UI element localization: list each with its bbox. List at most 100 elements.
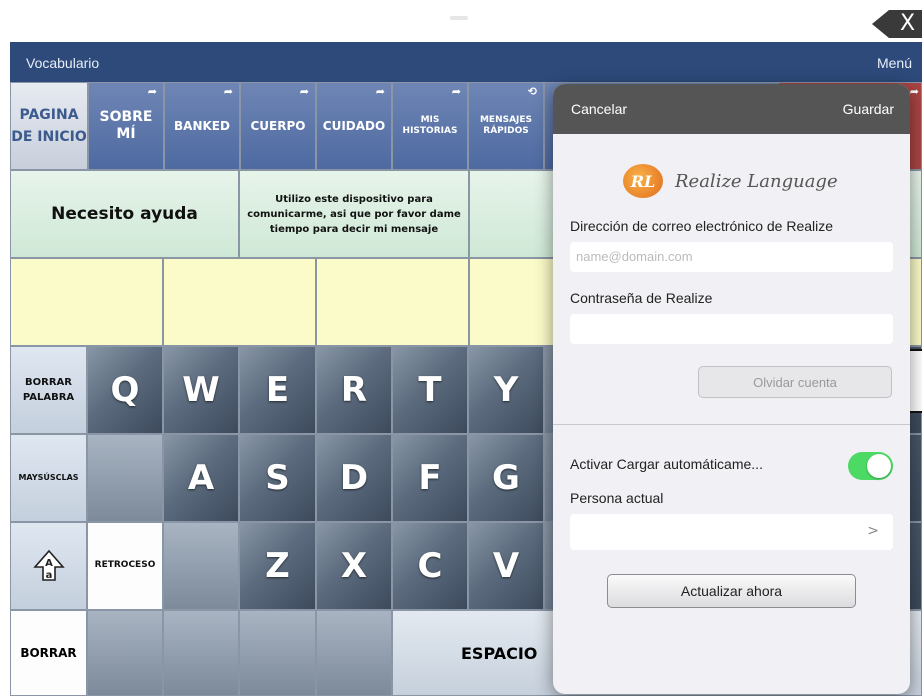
empty-cell[interactable] <box>163 258 316 346</box>
password-field[interactable] <box>570 314 893 344</box>
current-person-selector[interactable]: > <box>570 514 893 550</box>
key-w[interactable]: W <box>163 346 239 434</box>
key-z[interactable]: Z <box>239 522 316 610</box>
key-label: W <box>182 370 220 410</box>
empty-key[interactable] <box>239 610 316 696</box>
key-label: RETROCESO <box>94 560 156 571</box>
phrase-label: Necesito ayuda <box>51 204 198 224</box>
key-label: V <box>492 546 520 586</box>
toggle-knob <box>867 454 891 478</box>
key-c[interactable]: C <box>392 522 468 610</box>
tab-label: MENSAJES RÁPIDOS <box>479 115 533 136</box>
tab-banked[interactable]: ➦ BANKED <box>164 82 240 170</box>
link-arrow-icon: ➦ <box>299 85 309 98</box>
svg-text:a: a <box>45 570 52 581</box>
close-icon: X <box>900 11 916 36</box>
empty-key[interactable] <box>316 610 392 696</box>
shift-button[interactable]: MAYSÚSCLAS <box>10 434 87 522</box>
key-d[interactable]: D <box>316 434 392 522</box>
link-arrow-icon: ➦ <box>147 85 157 98</box>
key-v[interactable]: V <box>468 522 544 610</box>
forget-account-button[interactable]: Olvidar cuenta <box>698 366 892 398</box>
tab-quick-messages[interactable]: ⟲ MENSAJES RÁPIDOS <box>468 82 544 170</box>
clear-button[interactable]: BORRAR <box>10 610 87 696</box>
empty-key[interactable] <box>163 610 239 696</box>
key-label: S <box>265 458 290 498</box>
key-r[interactable]: R <box>316 346 392 434</box>
link-arrow-icon: ➦ <box>909 85 919 98</box>
key-g[interactable]: G <box>468 434 544 522</box>
key-f[interactable]: F <box>392 434 468 522</box>
phrase-device[interactable]: Utilizo este dispositivo para comunicarm… <box>239 170 469 258</box>
popover-header: Cancelar Guardar <box>553 84 910 134</box>
delete-word-button[interactable]: BORRAR PALABRA <box>10 346 87 434</box>
update-now-button[interactable]: Actualizar ahora <box>607 574 856 608</box>
tab-label: SOBRE MÍ <box>99 109 153 142</box>
tab-label: BANKED <box>174 118 230 133</box>
empty-cell[interactable] <box>10 258 163 346</box>
key-label: BORRAR <box>20 646 77 660</box>
refresh-icon: ⟲ <box>527 85 537 98</box>
tab-care[interactable]: ➦ CUIDADO <box>316 82 392 170</box>
tab-label: CUERPO <box>250 118 306 133</box>
email-field[interactable]: name@domain.com <box>570 242 893 272</box>
key-q[interactable]: Q <box>87 346 163 434</box>
backspace-button[interactable]: RETROCESO <box>87 522 163 610</box>
realize-logo-icon: RL <box>623 164 663 198</box>
current-person-label: Persona actual <box>570 490 664 506</box>
case-toggle-button[interactable]: Aa <box>10 522 87 610</box>
empty-key[interactable] <box>163 522 239 610</box>
key-label: T <box>418 370 442 410</box>
phrase-help[interactable]: Necesito ayuda <box>10 170 239 258</box>
key-t[interactable]: T <box>392 346 468 434</box>
key-label: ESPACIO <box>461 643 538 663</box>
link-arrow-icon: ➦ <box>375 85 385 98</box>
key-label: Y <box>493 370 519 410</box>
tab-home[interactable]: PAGINA DE INICIO <box>10 82 88 170</box>
tab-my-stories[interactable]: ➦ MIS HISTORIAS <box>392 82 468 170</box>
save-button[interactable]: Guardar <box>843 101 894 117</box>
key-label: E <box>265 370 290 410</box>
divider <box>553 424 910 425</box>
tab-label: MIS HISTORIAS <box>402 115 458 136</box>
realize-logo: RL Realize Language <box>623 164 838 198</box>
tab-body[interactable]: ➦ CUERPO <box>240 82 316 170</box>
app-window: X Vocabulario Menú PAGINA DE INICIO ➦ SOB… <box>0 0 922 696</box>
key-label: MAYSÚSCLAS <box>18 473 79 482</box>
key-label: D <box>339 458 369 498</box>
key-label: X <box>340 546 368 586</box>
close-button[interactable]: X <box>872 10 922 38</box>
key-e[interactable]: E <box>239 346 316 434</box>
menu-button[interactable]: Menú <box>877 55 912 71</box>
key-x[interactable]: X <box>316 522 392 610</box>
key-y[interactable]: Y <box>468 346 544 434</box>
cancel-button[interactable]: Cancelar <box>571 101 627 117</box>
svg-text:A: A <box>45 558 53 569</box>
key-label: BORRAR PALABRA <box>22 377 75 403</box>
chevron-right-icon: > <box>867 523 879 539</box>
vocabulary-button[interactable]: Vocabulario <box>26 55 99 71</box>
password-label: Contraseña de Realize <box>570 290 713 306</box>
key-label: F <box>418 458 442 498</box>
key-s[interactable]: S <box>239 434 316 522</box>
key-label: C <box>417 546 443 586</box>
uppercase-icon: Aa <box>32 549 65 581</box>
drag-handle[interactable] <box>450 16 468 20</box>
empty-key[interactable] <box>87 610 163 696</box>
link-arrow-icon: ➦ <box>451 85 461 98</box>
email-label: Dirección de correo electrónico de Reali… <box>570 218 834 234</box>
empty-key[interactable] <box>87 434 163 522</box>
realize-settings-popover: Cancelar Guardar RL Realize Language Dir… <box>553 84 910 694</box>
key-label: A <box>187 458 215 498</box>
top-bar: X <box>0 0 922 42</box>
link-arrow-icon: ➦ <box>223 85 233 98</box>
autoupload-toggle[interactable] <box>848 452 893 480</box>
empty-cell[interactable] <box>316 258 469 346</box>
nav-bar: Vocabulario Menú <box>10 42 922 82</box>
key-label: R <box>340 370 368 410</box>
phrase-label: Utilizo este dispositivo para comunicarm… <box>247 193 461 235</box>
key-a[interactable]: A <box>163 434 239 522</box>
tab-label: PAGINA DE INICIO <box>11 106 87 145</box>
tab-about-me[interactable]: ➦ SOBRE MÍ <box>88 82 164 170</box>
logo-text: Realize Language <box>675 170 838 192</box>
